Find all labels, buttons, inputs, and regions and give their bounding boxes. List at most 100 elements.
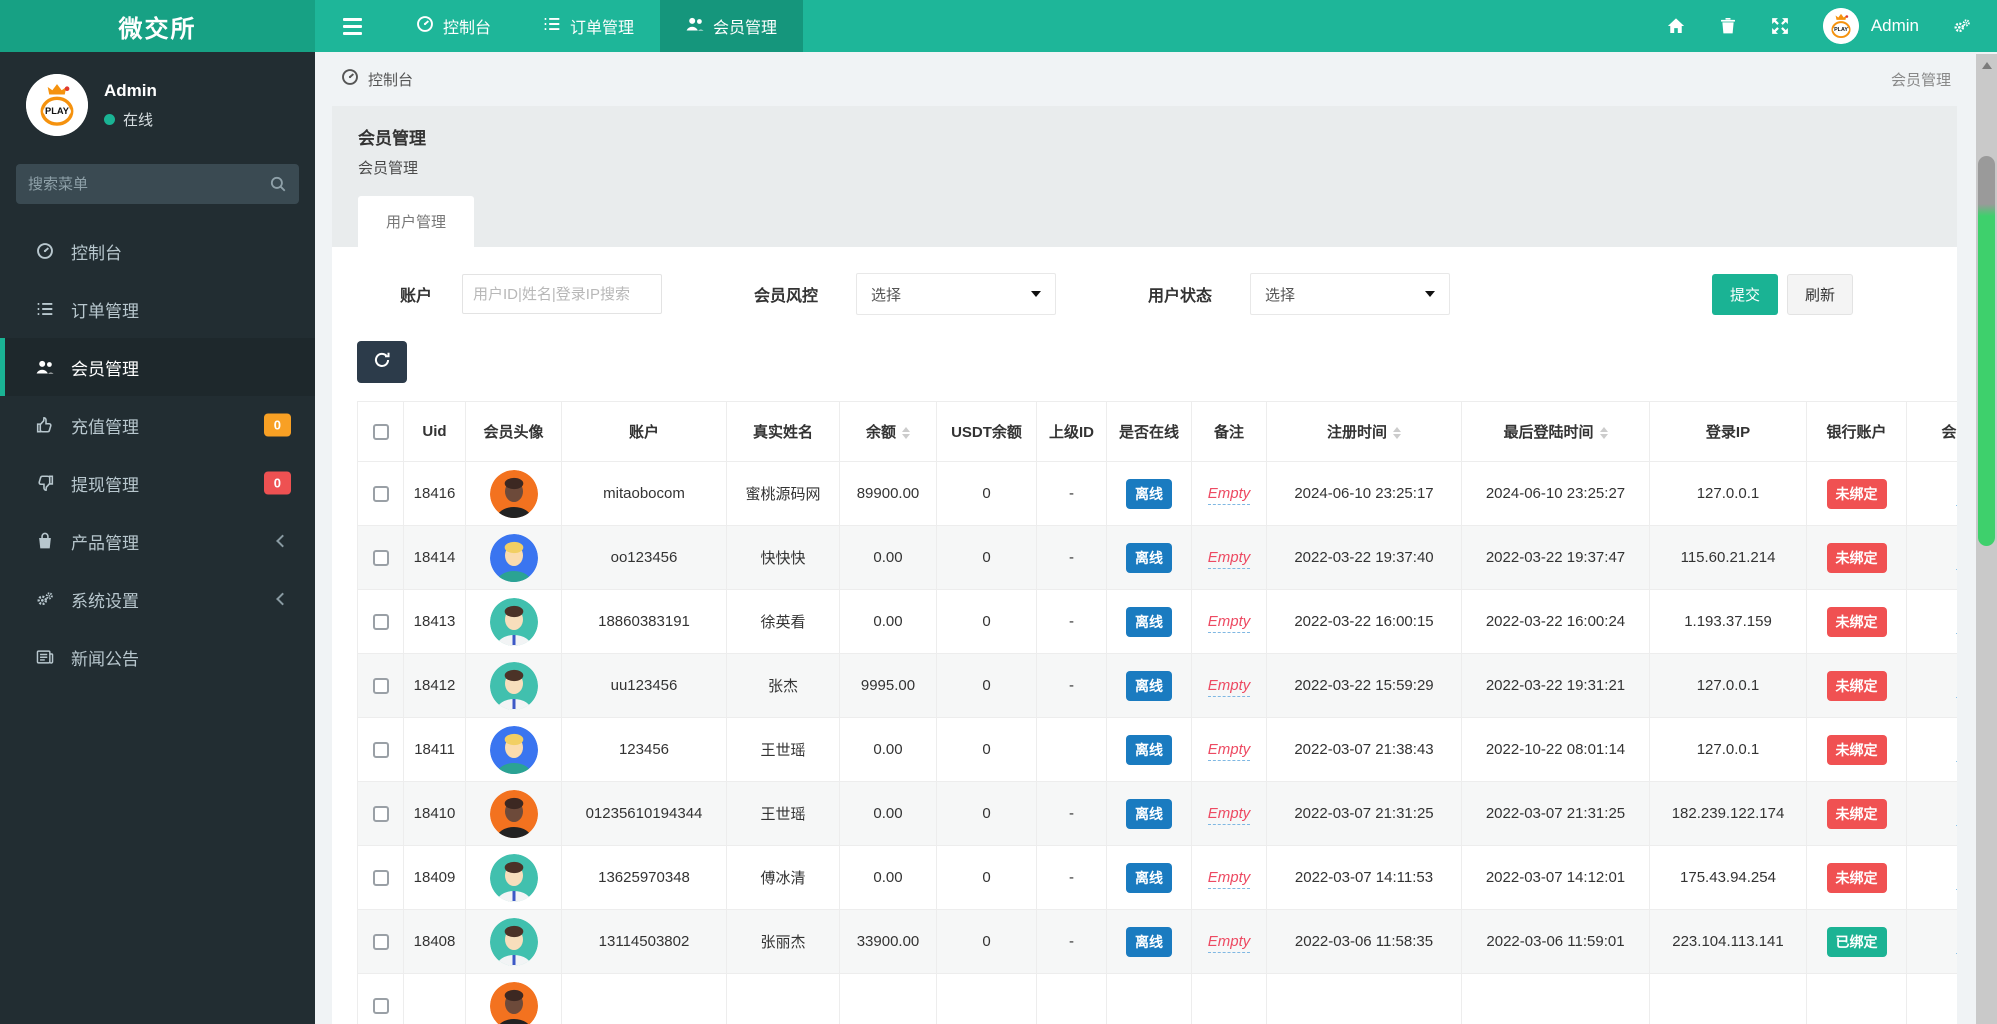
row-checkbox[interactable]: [372, 613, 389, 630]
note-edit-link[interactable]: Empty: [1207, 805, 1251, 825]
sidebar-item-deposits[interactable]: 充值管理 0: [0, 396, 315, 454]
uid-cell: 18412: [403, 653, 466, 718]
sidebar-toggle-button[interactable]: [315, 0, 390, 52]
note-edit-link[interactable]: Empty: [1207, 613, 1251, 633]
account-cell: [561, 973, 727, 1024]
sidebar-menu: 控制台 订单管理 会员管理 充值管理 0 提现管理 0 产品管理 系统设置 新闻…: [0, 222, 315, 686]
last-login-time-cell: 2022-03-22 19:31:21: [1461, 653, 1650, 718]
row-checkbox[interactable]: [372, 549, 389, 566]
nav-item-members[interactable]: 会员管理: [660, 0, 804, 52]
column-header[interactable]: 是否在线: [1106, 401, 1192, 462]
filter-toolbar: 账户 会员风控 选择 用户状态 选择 提交 刷新: [357, 273, 1957, 315]
column-header[interactable]: 登录IP: [1649, 401, 1807, 462]
status-select[interactable]: 选择: [1250, 273, 1451, 315]
table-row: 18413 18860383191 徐英看 0.00 0 - 离线 Empty …: [357, 589, 1957, 654]
settings-icon[interactable]: [1953, 17, 1971, 35]
nav-item-orders[interactable]: 订单管理: [517, 0, 660, 52]
row-checkbox[interactable]: [372, 805, 389, 822]
news-icon: [33, 648, 57, 666]
member-level-link[interactable]: 默认: [1956, 934, 1957, 954]
trash-icon[interactable]: [1719, 17, 1737, 35]
member-avatar: [489, 661, 538, 710]
login-ip-cell: 115.60.21.214: [1649, 525, 1807, 590]
table-body: 18416 mitaobocom 蜜桃源码网 89900.00 0 - 离线 E…: [357, 461, 1957, 1024]
select-all-checkbox[interactable]: [372, 423, 389, 440]
page-title: 会员管理: [358, 129, 426, 148]
gauge-icon: [33, 242, 57, 260]
realname-cell: 快快快: [726, 525, 840, 590]
sidebar-search-input[interactable]: [28, 175, 269, 193]
column-header[interactable]: 会员头像: [465, 401, 562, 462]
svg-text:PLAY: PLAY: [1834, 27, 1848, 33]
usdt-balance-cell: 0: [936, 717, 1037, 782]
column-header[interactable]: 真实姓名: [726, 401, 840, 462]
realname-cell: 傅冰清: [726, 845, 840, 910]
row-checkbox[interactable]: [372, 485, 389, 502]
column-header[interactable]: 备注: [1191, 401, 1267, 462]
sidebar-item-members[interactable]: 会员管理: [0, 338, 315, 396]
row-checkbox[interactable]: [372, 677, 389, 694]
column-header[interactable]: 上级ID: [1036, 401, 1107, 462]
row-checkbox[interactable]: [372, 997, 389, 1014]
page-panel: 会员管理 会员管理 用户管理 账户 会员风控 选择 用户状态: [332, 106, 1957, 1024]
breadcrumb-left[interactable]: 控制台: [341, 68, 413, 90]
member-level-link[interactable]: 默认: [1956, 614, 1957, 634]
column-header[interactable]: 会员等级: [1906, 401, 1957, 462]
search-icon[interactable]: [269, 175, 287, 193]
sidebar-item-products[interactable]: 产品管理: [0, 512, 315, 570]
user-menu[interactable]: PLAY Admin: [1822, 8, 1919, 44]
nav-item-dashboard[interactable]: 控制台: [390, 0, 517, 52]
table-refresh-button[interactable]: [357, 341, 407, 383]
column-header[interactable]: USDT余额: [936, 401, 1037, 462]
column-header[interactable]: Uid: [403, 401, 466, 462]
note-edit-link[interactable]: Empty: [1207, 869, 1251, 889]
column-header[interactable]: 银行账户: [1806, 401, 1907, 462]
submit-button[interactable]: 提交: [1711, 273, 1778, 315]
sidebar-item-orders[interactable]: 订单管理: [0, 280, 315, 338]
sort-icon[interactable]: [902, 427, 910, 440]
row-checkbox[interactable]: [372, 869, 389, 886]
column-header[interactable]: 账户: [561, 401, 727, 462]
uid-cell: 18408: [403, 909, 466, 974]
sort-icon[interactable]: [1393, 427, 1401, 440]
column-header[interactable]: 注册时间: [1266, 401, 1462, 462]
member-level-link[interactable]: 默认: [1956, 486, 1957, 506]
sidebar-item-settings[interactable]: 系统设置: [0, 570, 315, 628]
chevron-left-icon: [276, 592, 289, 606]
member-level-link[interactable]: 默认: [1956, 742, 1957, 762]
member-level-link[interactable]: 默认: [1956, 550, 1957, 570]
refresh-button[interactable]: 刷新: [1786, 273, 1853, 315]
note-edit-link[interactable]: Empty: [1207, 933, 1251, 953]
sidebar: PLAY Admin 在线 控制台 订单管理: [0, 52, 315, 1024]
sidebar-item-withdrawals[interactable]: 提现管理 0: [0, 454, 315, 512]
column-header[interactable]: 余额: [839, 401, 937, 462]
note-edit-link[interactable]: Empty: [1207, 485, 1251, 505]
sidebar-item-news[interactable]: 新闻公告: [0, 628, 315, 686]
register-time-cell: 2022-03-07 21:38:43: [1266, 717, 1462, 782]
breadcrumb: 控制台 会员管理: [315, 52, 1997, 106]
member-avatar: [489, 597, 538, 646]
row-checkbox[interactable]: [372, 741, 389, 758]
member-level-link[interactable]: 默认: [1956, 870, 1957, 890]
note-edit-link[interactable]: Empty: [1207, 741, 1251, 761]
sort-icon[interactable]: [1599, 427, 1608, 440]
note-edit-link[interactable]: Empty: [1207, 677, 1251, 697]
account-search-input[interactable]: [462, 274, 663, 314]
register-time-cell: [1266, 973, 1462, 1024]
home-icon[interactable]: [1667, 17, 1685, 35]
sidebar-item-dashboard[interactable]: 控制台: [0, 222, 315, 280]
parent-id-cell: [1036, 717, 1107, 782]
member-level-link[interactable]: 默认: [1956, 806, 1957, 826]
brand-logo[interactable]: 微交所: [0, 0, 315, 52]
row-checkbox[interactable]: [372, 933, 389, 950]
scrollbar-thumb[interactable]: [1978, 156, 1995, 546]
note-edit-link[interactable]: Empty: [1207, 549, 1251, 569]
member-level-link[interactable]: 默认: [1956, 678, 1957, 698]
page-scrollbar[interactable]: [1976, 54, 1997, 1024]
last-login-time-cell: [1461, 973, 1650, 1024]
column-header[interactable]: 最后登陆时间: [1461, 401, 1650, 462]
expand-icon[interactable]: [1771, 17, 1789, 35]
tab-user-management[interactable]: 用户管理: [358, 196, 475, 247]
risk-select[interactable]: 选择: [856, 273, 1057, 315]
scrollbar-up-arrow-icon[interactable]: [1981, 62, 1992, 69]
